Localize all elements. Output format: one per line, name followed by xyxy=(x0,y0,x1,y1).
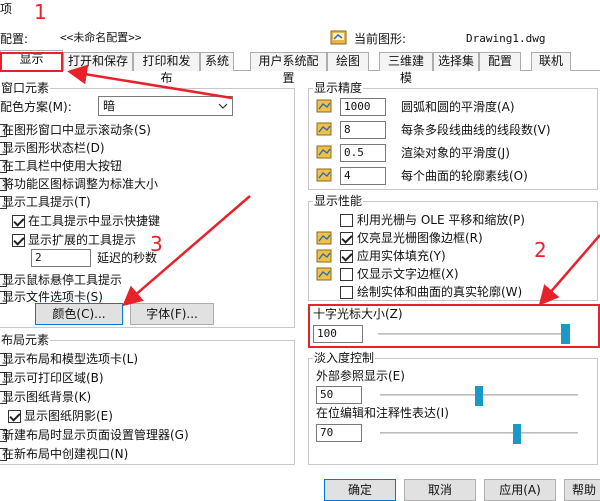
annotation-arrow-3 xyxy=(122,195,251,307)
annotation-arrows xyxy=(67,64,600,307)
annotation-arrow-1 xyxy=(67,64,233,100)
annotation-arrow-2 xyxy=(538,234,600,306)
